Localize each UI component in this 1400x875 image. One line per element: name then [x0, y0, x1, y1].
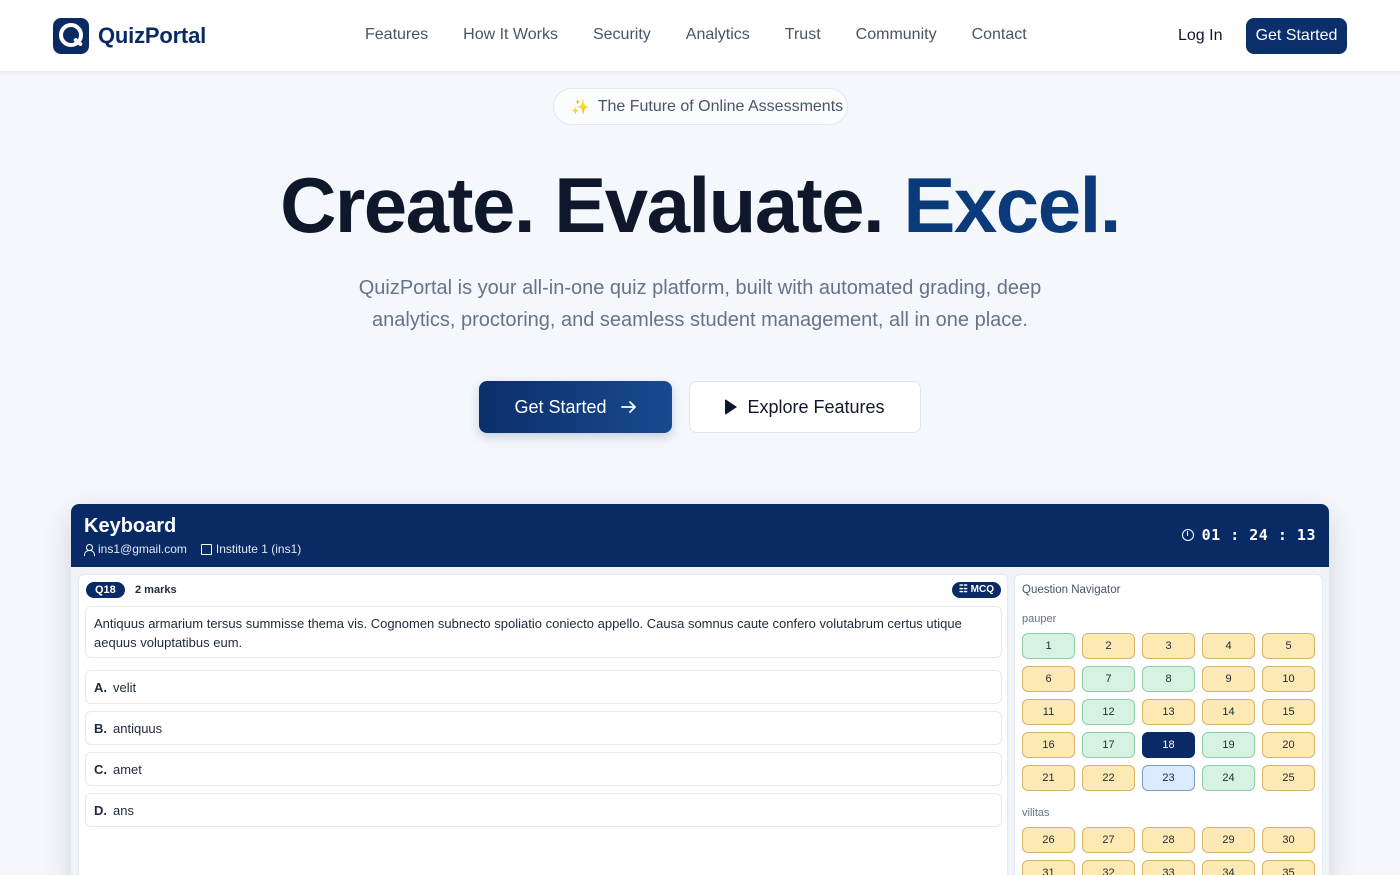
hero-pill-text: The Future of Online Assessments: [597, 97, 844, 115]
play-icon: [725, 399, 738, 415]
question-grid: 1 2 3 4 5 6 7 8 9 10 11 12 13 14 15 16 17 18 19 20 21 22 23 24 2…: [1022, 633, 1315, 791]
user-email: ins1@gmail.com: [98, 542, 187, 556]
option-d[interactable]: D. ans: [85, 793, 1002, 827]
explore-features-button[interactable]: Explore Features: [689, 381, 921, 433]
question-nav-button[interactable]: 21: [1022, 765, 1075, 791]
question-nav-button[interactable]: 27: [1082, 827, 1135, 853]
question-grid: 26 27 28 29 30 31 32 33 34 35: [1022, 827, 1315, 875]
hero-pill: ✨ The Future of Online Assessments: [553, 88, 848, 125]
question-nav-button[interactable]: 35: [1262, 860, 1315, 875]
question-nav-button[interactable]: 30: [1262, 827, 1315, 853]
institute-name: Institute 1 (ins1): [215, 542, 302, 556]
nav-get-started-button[interactable]: Get Started: [1246, 18, 1347, 54]
question-type-badge: ☷ MCQ: [951, 582, 1001, 598]
question-nav-button[interactable]: 4: [1202, 633, 1255, 659]
timer-value: 01 : 24 : 13: [1201, 526, 1316, 544]
get-started-button[interactable]: Get Started: [479, 381, 672, 433]
question-nav-button[interactable]: 2: [1082, 633, 1135, 659]
question-nav-button[interactable]: 22: [1082, 765, 1135, 791]
question-navigator: Question Navigator pauper 1 2 3 4 5 6 7 8 9 10 11 1…: [1014, 574, 1323, 875]
question-nav-button[interactable]: 3: [1142, 633, 1195, 659]
question-nav-button[interactable]: 15: [1262, 699, 1315, 725]
arrow-right-icon: [620, 401, 636, 413]
question-nav-button[interactable]: 29: [1202, 827, 1255, 853]
question-nav-button[interactable]: 11: [1022, 699, 1075, 725]
question-nav-button[interactable]: 5: [1262, 633, 1315, 659]
brand-logo[interactable]: QuizPortal: [53, 18, 206, 54]
question-nav-button[interactable]: 32: [1082, 860, 1135, 875]
option-c[interactable]: C. amet: [85, 752, 1002, 786]
headline-accent: Excel.: [903, 161, 1121, 249]
nav-link-features[interactable]: Features: [365, 26, 428, 44]
question-nav-button[interactable]: 9: [1202, 666, 1255, 692]
question-nav-button[interactable]: 33: [1142, 860, 1195, 875]
question-nav-button[interactable]: 18: [1142, 732, 1195, 758]
question-nav-button[interactable]: 16: [1022, 732, 1075, 758]
question-nav-button[interactable]: 6: [1022, 666, 1075, 692]
logo-icon: [53, 18, 89, 54]
question-panel: Q18 2 marks ☷ MCQ Antiquus armarium ters…: [78, 574, 1008, 875]
option-a[interactable]: A. velit: [85, 670, 1002, 704]
question-nav-button[interactable]: 28: [1142, 827, 1195, 853]
question-number-badge: Q18: [86, 582, 125, 598]
question-nav-button[interactable]: 25: [1262, 765, 1315, 791]
top-navbar: QuizPortal Features How It Works Securit…: [0, 0, 1400, 72]
question-nav-button[interactable]: 1: [1022, 633, 1075, 659]
quiz-title: Keyboard: [84, 515, 177, 537]
quiz-preview: Keyboard ins1@gmail.com Institute 1 (ins…: [71, 504, 1329, 875]
headline-main: Create. Evaluate.: [280, 161, 885, 249]
quiz-meta: ins1@gmail.com Institute 1 (ins1): [84, 542, 301, 556]
nav-link-community[interactable]: Community: [856, 26, 937, 44]
question-nav-button[interactable]: 19: [1202, 732, 1255, 758]
nav-link-how-it-works[interactable]: How It Works: [463, 26, 558, 44]
get-started-label: Get Started: [514, 396, 607, 417]
question-nav-button[interactable]: 26: [1022, 827, 1075, 853]
sparkle-icon: ✨: [571, 98, 590, 116]
option-b[interactable]: B. antiquus: [85, 711, 1002, 745]
nav-link-analytics[interactable]: Analytics: [686, 26, 750, 44]
hero-headline: Create. Evaluate. Excel.: [0, 160, 1400, 251]
question-text: Antiquus armarium tersus summisse thema …: [85, 606, 1002, 658]
question-nav-button[interactable]: 12: [1082, 699, 1135, 725]
question-nav-button[interactable]: 31: [1022, 860, 1075, 875]
nav-links: Features How It Works Security Analytics…: [365, 26, 1062, 44]
building-icon: [200, 543, 212, 555]
question-nav-button[interactable]: 34: [1202, 860, 1255, 875]
login-link[interactable]: Log In: [1178, 27, 1222, 45]
stopwatch-icon: [1181, 529, 1194, 541]
question-nav-button[interactable]: 20: [1262, 732, 1315, 758]
brand-name: QuizPortal: [98, 23, 207, 48]
quiz-header: Keyboard ins1@gmail.com Institute 1 (ins…: [71, 504, 1329, 567]
navigator-title: Question Navigator: [1022, 584, 1121, 596]
question-marks: 2 marks: [135, 584, 177, 596]
nav-link-security[interactable]: Security: [593, 26, 651, 44]
question-nav-button[interactable]: 7: [1082, 666, 1135, 692]
explore-features-label: Explore Features: [747, 396, 885, 417]
question-nav-button[interactable]: 13: [1142, 699, 1195, 725]
user-icon: [84, 543, 95, 556]
question-nav-button[interactable]: 10: [1262, 666, 1315, 692]
question-nav-button[interactable]: 14: [1202, 699, 1255, 725]
hero-subtitle: QuizPortal is your all-in-one quiz platf…: [358, 277, 1042, 331]
question-nav-button[interactable]: 24: [1202, 765, 1255, 791]
section-label: pauper: [1022, 613, 1057, 625]
nav-link-trust[interactable]: Trust: [785, 26, 821, 44]
quiz-timer: 01 : 24 : 13: [1181, 526, 1316, 544]
question-nav-button[interactable]: 23: [1142, 765, 1195, 791]
section-label: vilitas: [1022, 807, 1050, 819]
question-nav-button[interactable]: 17: [1082, 732, 1135, 758]
nav-link-contact[interactable]: Contact: [972, 26, 1027, 44]
question-nav-button[interactable]: 8: [1142, 666, 1195, 692]
